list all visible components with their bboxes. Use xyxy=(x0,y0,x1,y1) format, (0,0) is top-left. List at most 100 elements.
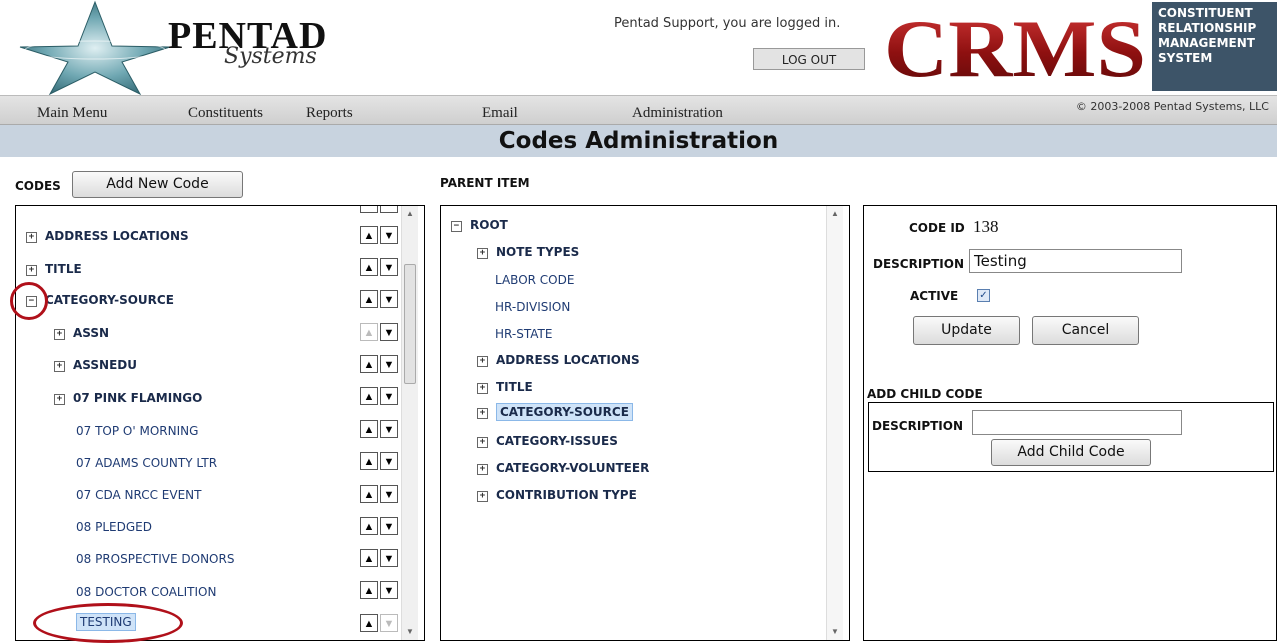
tree-item[interactable]: 07 ADAMS COUNTY LTR xyxy=(76,456,217,470)
move-up-button[interactable]: ▲ xyxy=(360,420,378,438)
move-down-button[interactable] xyxy=(380,206,398,213)
tree-item[interactable]: + CATEGORY-ISSUES xyxy=(477,434,618,448)
expand-icon[interactable]: + xyxy=(477,464,488,475)
move-up-button[interactable]: ▲ xyxy=(360,355,378,373)
move-up-button[interactable]: ▲ xyxy=(360,226,378,244)
tree-item-label[interactable]: TITLE xyxy=(45,262,82,276)
nav-constituents[interactable]: Constituents xyxy=(188,105,263,122)
tree-item-label[interactable]: CONTRIBUTION TYPE xyxy=(496,488,637,502)
move-down-button[interactable]: ▼ xyxy=(380,549,398,567)
move-up-button[interactable]: ▲ xyxy=(360,549,378,567)
expand-icon[interactable]: + xyxy=(477,491,488,502)
tree-item[interactable]: LABOR CODE xyxy=(495,273,574,287)
tree-item[interactable]: + NOTE TYPES xyxy=(477,245,579,259)
tree-item-label[interactable]: CATEGORY-SOURCE xyxy=(45,293,174,307)
logout-button[interactable]: LOG OUT xyxy=(753,48,865,70)
scroll-down-icon[interactable]: ▼ xyxy=(402,624,418,640)
tree-item-label[interactable]: ASSNEDU xyxy=(73,358,137,372)
move-up-button[interactable]: ▲ xyxy=(360,581,378,599)
tree-item-label[interactable]: TITLE xyxy=(496,380,533,394)
expand-icon[interactable]: + xyxy=(26,265,37,276)
move-up-button[interactable]: ▲ xyxy=(360,387,378,405)
tree-item[interactable]: HR-STATE xyxy=(495,327,552,341)
move-down-button[interactable]: ▼ xyxy=(380,355,398,373)
tree-item[interactable]: 08 DOCTOR COALITION xyxy=(76,585,216,599)
move-up-button[interactable]: ▲ xyxy=(360,452,378,470)
expand-icon[interactable]: + xyxy=(477,437,488,448)
tree-item-label[interactable]: CATEGORY-SOURCE xyxy=(496,403,633,421)
tree-item[interactable]: + ADDRESS LOCATIONS xyxy=(26,229,189,243)
expand-icon[interactable]: + xyxy=(477,248,488,259)
nav-email[interactable]: Email xyxy=(482,105,518,122)
tree-item[interactable]: 07 CDA NRCC EVENT xyxy=(76,488,201,502)
tree-item-label[interactable]: ADDRESS LOCATIONS xyxy=(45,229,189,243)
add-child-code-button[interactable]: Add Child Code xyxy=(991,439,1151,466)
tree-item[interactable]: 08 PROSPECTIVE DONORS xyxy=(76,552,234,566)
parent-scrollbar[interactable]: ▲ ▼ xyxy=(826,206,843,640)
update-button[interactable]: Update xyxy=(913,316,1020,345)
codes-scrollbar[interactable]: ▲ ▼ xyxy=(401,206,418,640)
nav-main-menu[interactable]: Main Menu xyxy=(37,105,107,122)
expand-icon[interactable]: + xyxy=(477,356,488,367)
description-input[interactable]: Testing xyxy=(969,249,1182,273)
tree-item[interactable]: 08 PLEDGED xyxy=(76,520,152,534)
move-up-button[interactable]: ▲ xyxy=(360,485,378,503)
move-down-button[interactable]: ▼ xyxy=(380,581,398,599)
tree-item-label[interactable]: NOTE TYPES xyxy=(496,245,579,259)
move-down-button[interactable]: ▼ xyxy=(380,290,398,308)
tree-item[interactable]: + CONTRIBUTION TYPE xyxy=(477,488,637,502)
move-down-button[interactable]: ▼ xyxy=(380,226,398,244)
tree-item[interactable]: + ASSN xyxy=(54,326,109,340)
tree-item-selected[interactable]: + CATEGORY-SOURCE xyxy=(477,403,633,421)
move-up-button[interactable] xyxy=(360,206,378,213)
move-down-button[interactable]: ▼ xyxy=(380,517,398,535)
tree-item-label[interactable]: ADDRESS LOCATIONS xyxy=(496,353,640,367)
move-up-button[interactable]: ▲ xyxy=(360,517,378,535)
codes-tree-panel[interactable]: + ADDRESS LOCATIONS ▲ ▼ + TITLE ▲ ▼ − CATEGOR… xyxy=(15,205,425,641)
tree-item-label[interactable]: ROOT xyxy=(470,218,508,232)
expand-icon[interactable]: + xyxy=(54,329,65,340)
tree-item[interactable]: + TITLE xyxy=(477,380,533,394)
nav-administration[interactable]: Administration xyxy=(632,105,723,122)
expand-icon[interactable]: + xyxy=(26,232,37,243)
tree-item[interactable]: HR-DIVISION xyxy=(495,300,570,314)
move-up-button[interactable]: ▲ xyxy=(360,614,378,632)
tree-item-label[interactable]: CATEGORY-VOLUNTEER xyxy=(496,461,649,475)
tree-item[interactable]: + ADDRESS LOCATIONS xyxy=(477,353,640,367)
move-up-button[interactable]: ▲ xyxy=(360,290,378,308)
move-down-button[interactable]: ▼ xyxy=(380,258,398,276)
move-down-button[interactable]: ▼ xyxy=(380,387,398,405)
scroll-down-icon[interactable]: ▼ xyxy=(827,624,843,640)
tree-item-label[interactable]: 07 PINK FLAMINGO xyxy=(73,391,202,405)
active-checkbox[interactable]: ✓ xyxy=(977,289,990,302)
move-down-button[interactable]: ▼ xyxy=(380,323,398,341)
expand-icon[interactable]: + xyxy=(477,383,488,394)
move-up-button[interactable]: ▲ xyxy=(360,258,378,276)
copyright-text: © 2003-2008 Pentad Systems, LLC xyxy=(1075,100,1269,113)
expand-icon[interactable]: + xyxy=(477,408,488,419)
child-description-input[interactable] xyxy=(972,410,1182,435)
tree-item[interactable]: + CATEGORY-VOLUNTEER xyxy=(477,461,649,475)
expand-icon[interactable]: + xyxy=(54,394,65,405)
logged-in-status: Pentad Support, you are logged in. xyxy=(614,16,841,31)
cancel-button[interactable]: Cancel xyxy=(1032,316,1139,345)
tree-item[interactable]: 07 TOP O' MORNING xyxy=(76,424,198,438)
tree-item[interactable]: − CATEGORY-SOURCE xyxy=(26,293,174,307)
tree-item[interactable]: + ASSNEDU xyxy=(54,358,137,372)
tree-item[interactable]: +07 PINK FLAMINGO xyxy=(54,391,202,405)
expand-icon[interactable]: + xyxy=(54,361,65,372)
scroll-thumb[interactable] xyxy=(404,264,416,384)
collapse-icon[interactable]: − xyxy=(451,221,462,232)
tree-item-label[interactable]: ASSN xyxy=(73,326,109,340)
tree-item[interactable]: + TITLE xyxy=(26,262,82,276)
add-new-code-button[interactable]: Add New Code xyxy=(72,171,243,198)
tree-item[interactable]: − ROOT xyxy=(451,218,508,232)
tree-item-label[interactable]: CATEGORY-ISSUES xyxy=(496,434,618,448)
parent-tree-panel[interactable]: − ROOT + NOTE TYPES LABOR CODE HR-DIVISION… xyxy=(440,205,850,641)
move-down-button[interactable]: ▼ xyxy=(380,452,398,470)
nav-reports[interactable]: Reports xyxy=(306,105,353,122)
scroll-up-icon[interactable]: ▲ xyxy=(402,206,418,222)
scroll-up-icon[interactable]: ▲ xyxy=(827,206,843,222)
move-down-button[interactable]: ▼ xyxy=(380,420,398,438)
move-down-button[interactable]: ▼ xyxy=(380,485,398,503)
